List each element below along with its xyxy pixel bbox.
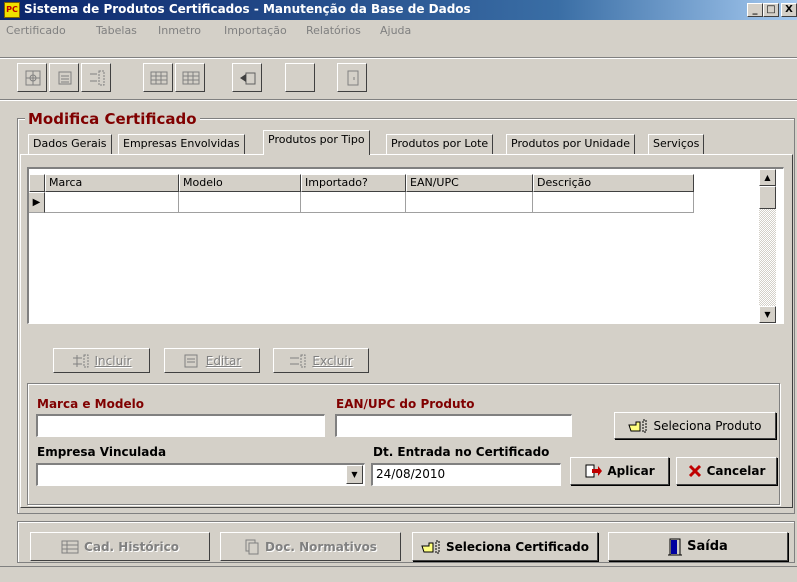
cad-historico-label: Cad. Histórico	[84, 539, 179, 554]
edit-row-icon	[184, 354, 198, 367]
column-header-descricao[interactable]: Descrição	[533, 174, 694, 192]
exit-door-icon	[347, 70, 359, 86]
table-cell[interactable]	[533, 192, 694, 213]
delete-row-icon	[290, 354, 306, 367]
blank-toolbar-button[interactable]	[285, 63, 315, 92]
incluir-label: Incluir	[94, 353, 132, 368]
delete-certificate-button[interactable]	[81, 63, 111, 92]
menu-tabelas[interactable]: Tabelas	[96, 24, 137, 37]
new-certificate-icon	[25, 70, 41, 86]
excluir-label: Excluir	[312, 353, 353, 368]
cancelar-button[interactable]: Cancelar	[676, 457, 777, 485]
empresa-vinculada-select[interactable]	[36, 463, 365, 486]
minimize-button[interactable]: _	[747, 3, 763, 17]
app-icon: PC	[4, 2, 20, 18]
scroll-down-button[interactable]: ▼	[759, 306, 776, 323]
pointing-hand-icon	[421, 540, 440, 553]
column-header-modelo[interactable]: Modelo	[179, 174, 301, 192]
close-button[interactable]: X	[781, 3, 797, 17]
menu-bar: Certificado Tabelas Inmetro Importação R…	[0, 20, 797, 40]
apply-arrow-icon	[585, 464, 603, 478]
maximize-button[interactable]: □	[763, 3, 779, 17]
column-header-marca[interactable]: Marca	[45, 174, 179, 192]
column-header-ean-upc[interactable]: EAN/UPC	[406, 174, 533, 192]
tab-produtos-por-lote[interactable]: Produtos por Lote	[386, 134, 494, 154]
import-button[interactable]	[232, 63, 262, 92]
new-certificate-button[interactable]	[17, 63, 47, 92]
tab-produtos-por-tipo[interactable]: Produtos por Tipo	[263, 130, 370, 155]
add-row-icon	[72, 354, 89, 367]
dt-entrada-label: Dt. Entrada no Certificado	[373, 445, 550, 459]
incluir-button[interactable]: Incluir	[53, 348, 150, 373]
editar-button[interactable]: Editar	[164, 348, 260, 373]
toolbar-bottom-divider	[0, 99, 797, 101]
saida-button[interactable]: Saída	[608, 532, 788, 561]
documents-icon	[245, 539, 259, 554]
tab-empresas-envolvidas[interactable]: Empresas Envolvidas	[118, 134, 245, 154]
menu-importacao[interactable]: Importação	[224, 24, 287, 37]
doc-normativos-button[interactable]: Doc. Normativos	[220, 532, 401, 561]
cad-historico-button[interactable]: Cad. Histórico	[30, 532, 210, 561]
menu-certificado[interactable]: Certificado	[6, 24, 66, 37]
cancelar-label: Cancelar	[706, 464, 766, 478]
tab-produtos-por-unidade[interactable]: Produtos por Unidade	[506, 134, 635, 154]
title-bar[interactable]: PC Sistema de Produtos Certificados - Ma…	[0, 0, 797, 20]
empresa-vinculada-label: Empresa Vinculada	[37, 445, 167, 459]
grid-icon	[182, 71, 200, 85]
chevron-down-icon[interactable]: ▼	[346, 465, 363, 484]
tab-dados-gerais[interactable]: Dados Gerais	[28, 134, 112, 154]
editar-label: Editar	[205, 353, 242, 368]
menu-ajuda[interactable]: Ajuda	[380, 24, 411, 37]
row-indicator-header	[29, 174, 45, 192]
seleciona-certificado-label: Seleciona Certificado	[446, 539, 589, 554]
products-grid[interactable]: Marca Modelo Importado? EAN/UPC Descriçã…	[27, 167, 784, 324]
grid-scrollbar[interactable]: ▲ ▼	[759, 169, 776, 323]
delete-certificate-icon	[90, 70, 105, 86]
seleciona-certificado-button[interactable]: Seleciona Certificado	[412, 532, 598, 561]
table-cell[interactable]	[45, 192, 179, 213]
toolbar-divider	[0, 57, 797, 59]
column-header-importado[interactable]: Importado?	[301, 174, 406, 192]
seleciona-produto-button[interactable]: Seleciona Produto	[614, 412, 776, 439]
form-title: Modifica Certificado	[25, 110, 200, 128]
aplicar-label: Aplicar	[607, 464, 655, 478]
import-icon	[240, 72, 256, 85]
menu-inmetro[interactable]: Inmetro	[158, 24, 201, 37]
scroll-up-button[interactable]: ▲	[759, 169, 776, 186]
excluir-button[interactable]: Excluir	[273, 348, 369, 373]
window-title: Sistema de Produtos Certificados - Manut…	[24, 2, 471, 16]
edit-certificate-button[interactable]	[49, 63, 79, 92]
edit-certificate-icon	[58, 71, 72, 85]
menu-relatorios[interactable]: Relatórios	[306, 24, 361, 37]
scroll-thumb[interactable]	[759, 186, 776, 209]
saida-label: Saída	[687, 539, 728, 554]
exit-door-icon	[668, 538, 683, 555]
dt-entrada-field[interactable]: 24/08/2010	[371, 463, 561, 486]
grid-view-button-1[interactable]	[143, 63, 173, 92]
cancel-x-icon	[688, 464, 701, 478]
status-bar	[0, 566, 797, 582]
tab-servicos[interactable]: Serviços	[648, 134, 705, 154]
grid-view-button-2[interactable]	[175, 63, 205, 92]
exit-button[interactable]	[337, 63, 367, 92]
ean-upc-label: EAN/UPC do Produto	[336, 397, 475, 411]
seleciona-produto-label: Seleciona Produto	[653, 418, 762, 433]
pointing-hand-icon	[628, 419, 647, 432]
grid-icon	[61, 540, 79, 553]
marca-modelo-label: Marca e Modelo	[37, 397, 144, 411]
table-cell[interactable]	[179, 192, 301, 213]
row-indicator: ▶	[29, 192, 45, 213]
marca-modelo-field[interactable]	[36, 414, 325, 437]
doc-normativos-label: Doc. Normativos	[265, 539, 377, 554]
grid-icon	[150, 71, 168, 85]
aplicar-button[interactable]: Aplicar	[570, 457, 669, 485]
table-cell[interactable]	[301, 192, 406, 213]
ean-upc-field[interactable]	[335, 414, 572, 437]
table-cell[interactable]	[406, 192, 533, 213]
